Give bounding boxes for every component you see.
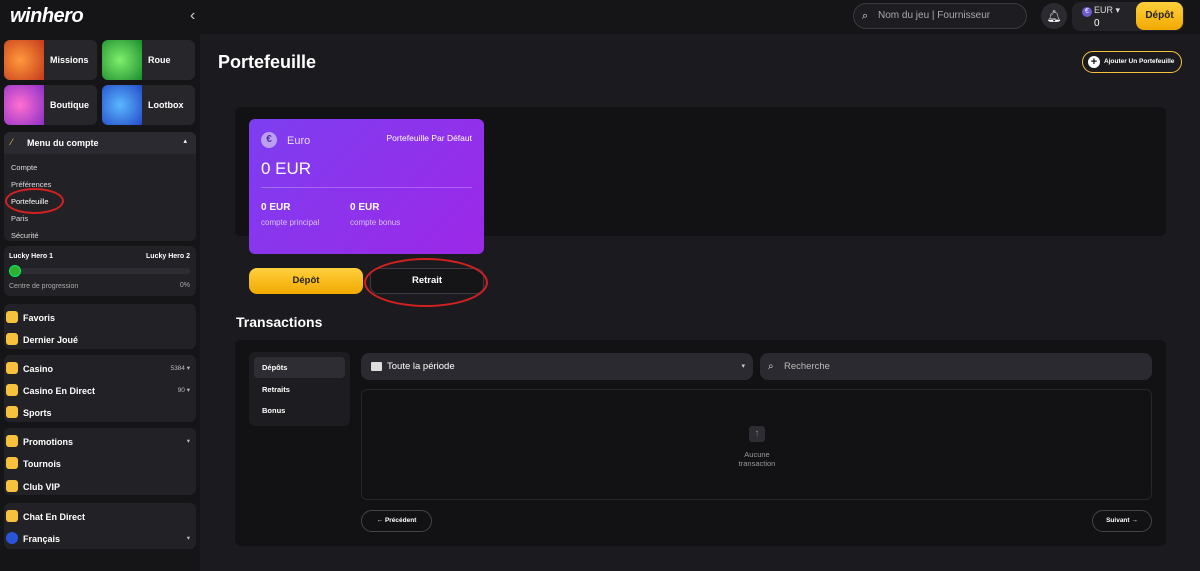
main-account-value: 0 EUR [261,202,291,213]
chevron-down-icon: ▾ [741,363,745,370]
tile-lootbox[interactable]: Lootbox [102,85,195,125]
nav-language[interactable]: Français [6,532,60,544]
live-icon [6,384,18,396]
wallet-currency-name: Euro [287,135,311,147]
wheel-icon [102,40,142,80]
progress-left-label: Lucky Hero 1 [9,253,53,260]
nav-chat[interactable]: Chat En Direct [6,510,85,522]
currency-label: € EUR ▾ [1082,5,1120,17]
progress-right-label: Lucky Hero 2 [146,253,190,260]
search-placeholder: Nom du jeu | Fournisseur [878,10,991,21]
deposit-button[interactable]: Dépôt [249,268,363,294]
calendar-icon [371,362,382,371]
language-chevron-icon[interactable]: ▾ [187,534,190,542]
bell-icon[interactable]: 🔔︎ [1041,3,1067,29]
wand-icon: ⁄ [11,137,13,147]
sports-icon [6,406,18,418]
arrow-right-icon: → [1131,517,1138,524]
chat-icon [6,510,18,522]
tab-depots[interactable]: Dépôts [254,357,345,378]
account-menu-title: Menu du compte [27,138,99,148]
period-select[interactable]: Toute la période ▾ [361,353,753,380]
progress-caption[interactable]: Centre de progression [9,283,78,290]
trophy-icon [6,457,18,469]
nav-sports[interactable]: Sports [6,406,52,418]
euro-icon: € [261,132,277,148]
nav-casino-direct[interactable]: Casino En Direct [6,384,95,396]
next-button[interactable]: Suivant → [1092,510,1152,532]
deposit-button-top[interactable]: Dépôt [1136,2,1183,30]
nav-dernier-joue[interactable]: Dernier Joué [6,333,78,345]
menu-item-compte[interactable]: Compte [11,163,37,172]
tile-roue[interactable]: Roue [102,40,195,80]
empty-state: ↑ Aucune transaction [361,389,1152,500]
shop-icon [4,85,44,125]
nav-promotions[interactable]: Promotions [6,435,73,447]
top-bar: winhero ‹ ⌕ Nom du jeu | Fournisseur 🔔︎ … [0,0,1200,34]
annotation-circle-portefeuille [5,188,64,214]
promotions-chevron-icon[interactable]: ▾ [187,437,190,445]
nav-tournois[interactable]: Tournois [6,457,61,469]
default-wallet-label: Portefeuille Par Défaut [386,133,472,143]
promo-icon [6,435,18,447]
flag-icon [6,532,18,544]
search-icon: ⌕ [768,361,774,372]
page-title: Portefeuille [218,52,317,72]
bonus-account-label: compte bonus [350,218,401,227]
wallet-total: 0 EUR [261,159,312,178]
card-divider [261,187,472,188]
main-account-label: compte principal [261,218,320,227]
nav-club-vip[interactable]: Club VIP [6,480,60,492]
nav-favoris[interactable]: Favoris [6,311,55,323]
tab-retraits[interactable]: Retraits [254,379,345,400]
star-icon [6,311,18,323]
wallet-card[interactable]: € Euro Portefeuille Par Défaut 0 EUR 0 E… [249,119,484,254]
logo[interactable]: winhero [10,5,84,28]
transactions-title: Transactions [236,314,323,330]
arrow-left-icon: ← [376,517,384,524]
bonus-account-value: 0 EUR [350,202,380,213]
empty-message: Aucune transaction [738,450,776,468]
crown-icon [6,480,18,492]
upload-icon: ↑ [749,426,765,442]
transaction-search-input[interactable]: ⌕ Recherche [760,353,1152,380]
game-search-input[interactable]: ⌕ Nom du jeu | Fournisseur [853,3,1027,29]
euro-icon: € [1082,7,1092,17]
clock-icon [6,333,18,345]
balance-amount: 0 [1094,18,1100,29]
annotation-circle-retrait [364,258,488,307]
casino-direct-count: 90 ▾ [177,387,190,394]
lootbox-icon [102,85,142,125]
transaction-tabs: Dépôts Retraits Bonus [249,352,350,426]
casino-count: 5384 ▾ [170,365,190,372]
nav-casino[interactable]: Casino [6,362,53,374]
tile-boutique[interactable]: Boutique [4,85,97,125]
plus-icon: + [1088,56,1100,68]
tile-missions[interactable]: Missions [4,40,97,80]
add-wallet-button[interactable]: + Ajouter Un Portefeuille [1082,51,1182,73]
sidebar: Missions Roue Boutique Lootbox ⁄ Menu du… [0,34,200,571]
tab-bonus[interactable]: Bonus [254,400,345,421]
chevron-up-icon: ▴ [183,138,187,145]
account-menu-header[interactable]: ⁄ Menu du compte ▴ [4,132,196,154]
menu-item-securite[interactable]: Sécurité [11,231,39,240]
progress-percent: 0% [179,282,190,289]
dice-icon [6,362,18,374]
menu-item-paris[interactable]: Paris [11,214,28,223]
progress-bar [10,268,190,274]
previous-button[interactable]: ← Précédent [361,510,432,532]
search-icon: ⌕ [862,10,869,22]
progress-indicator-icon [9,265,21,277]
back-chevron-icon[interactable]: ‹ [190,8,206,24]
missions-icon [4,40,44,80]
